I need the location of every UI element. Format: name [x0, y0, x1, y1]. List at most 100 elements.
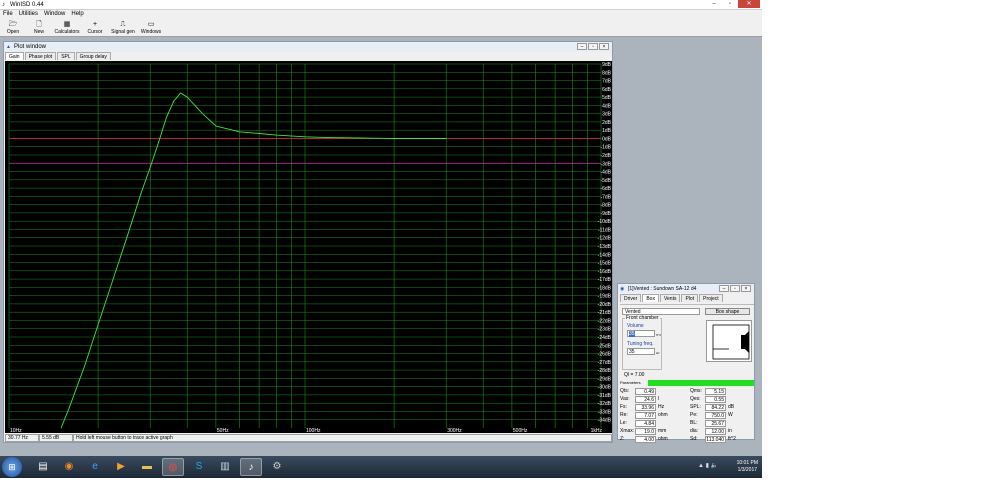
cursor-button[interactable]: + Cursor — [82, 19, 108, 37]
box-maximize-button[interactable]: ▫ — [730, 285, 740, 292]
menu-utilities[interactable]: Utilities — [16, 10, 41, 19]
y-tick-label: -31dB — [598, 393, 612, 399]
windows-button[interactable]: ▭ Windows — [138, 19, 164, 37]
notepad-icon[interactable]: ▥ — [214, 458, 236, 476]
windows-explorer-icon[interactable]: ▤ — [32, 458, 54, 476]
menu-file[interactable]: File — [0, 10, 16, 19]
paint-icon[interactable]: ⚙ — [266, 458, 288, 476]
gain-plot[interactable]: 9dB 8dB 7dB 6dB 5dB 4dB 3dB 2dB 1dB 0dB -1dB -2dB -3… — [5, 61, 612, 433]
param-value[interactable]: 84.22 — [705, 404, 726, 411]
parameters-progress-bar — [648, 380, 754, 386]
param-value[interactable]: 113.040 — [705, 436, 726, 443]
signal-gen-button[interactable]: ⎍ Signal gen — [108, 19, 138, 37]
box-close-button[interactable]: × — [741, 285, 751, 292]
param-row: SPL: 84.22 dB — [690, 404, 756, 412]
y-tick-label: -22dB — [598, 318, 612, 324]
param-value[interactable]: 33.96 — [635, 404, 656, 411]
tab-box[interactable]: Box — [642, 294, 659, 302]
param-name: dia: — [690, 428, 699, 434]
y-tick-label: 2dB — [602, 120, 612, 126]
start-button[interactable]: ⊞ — [2, 457, 22, 477]
x-tick-label: 1kHz — [591, 428, 603, 433]
firefox-icon[interactable]: ◉ — [58, 458, 80, 476]
param-value[interactable]: 19.0 — [635, 428, 656, 435]
plot-maximize-button[interactable]: ▫ — [588, 43, 598, 50]
box-minimize-button[interactable]: – — [719, 285, 729, 292]
box-type-select[interactable]: Vented — [622, 308, 700, 315]
tab-plot[interactable]: Plot — [681, 294, 699, 302]
y-tick-label: -21dB — [598, 310, 612, 316]
x-tick-label: 10Hz — [10, 428, 22, 433]
maximize-button[interactable]: ▫ — [722, 0, 738, 8]
folder-icon[interactable]: ▬ — [136, 458, 158, 476]
box-shape-button[interactable]: Box shape — [705, 308, 750, 315]
box-window: ◉ [1]Vented : Sundown SA-12 d4 – ▫ × Dri… — [617, 283, 756, 443]
menu-window[interactable]: Window — [41, 10, 68, 19]
box-window-titlebar: ◉ [1]Vented : Sundown SA-12 d4 – ▫ × — [618, 284, 754, 293]
status-value: 5.55 dB — [39, 434, 73, 442]
media-player-icon[interactable]: ▶ — [110, 458, 132, 476]
param-row: Fs: 33.96 Hz — [620, 404, 686, 412]
tab-spl[interactable]: SPL — [57, 52, 75, 60]
winisd-icon[interactable]: ♪ — [240, 458, 262, 476]
new-button[interactable]: 🗋 New — [26, 19, 52, 37]
menu-help[interactable]: Help — [68, 10, 86, 19]
status-frequency: 30.77 Hz — [5, 434, 39, 442]
param-value[interactable]: 25.67 — [705, 420, 726, 427]
param-value[interactable]: 0.55 — [705, 396, 726, 403]
param-row: Z: 4.00 ohm — [620, 436, 686, 444]
box-tabs: Driver Box Vents Plot Project — [618, 293, 754, 302]
param-value[interactable]: 7.07 — [635, 412, 656, 419]
tab-driver[interactable]: Driver — [620, 294, 642, 302]
y-tick-label: -19dB — [598, 294, 612, 300]
y-tick-label: -23dB — [598, 327, 612, 333]
param-value[interactable]: 24.6 — [635, 396, 656, 403]
data-point — [140, 191, 142, 193]
data-point — [356, 137, 358, 139]
internet-explorer-icon[interactable]: e — [84, 458, 106, 476]
plot-close-button[interactable]: × — [599, 43, 609, 50]
param-value[interactable]: 5.15 — [705, 388, 726, 395]
data-point — [173, 100, 175, 102]
y-tick-label: -8dB — [600, 203, 611, 209]
plot-window: ▲ Plot window – ▫ × Gain Phase plot SPL … — [3, 41, 613, 443]
calculators-button[interactable]: ▦ Calculators — [52, 19, 82, 37]
gain-curve — [60, 92, 447, 429]
volume-unit: ft^3 — [656, 333, 661, 337]
menu-bar: File Utilities Window Help — [0, 10, 762, 19]
open-button[interactable]: 🗁 Open — [0, 19, 26, 37]
parameters-label: Parameters — [620, 380, 641, 385]
tab-gain[interactable]: Gain — [5, 52, 24, 60]
param-value[interactable]: 4.00 — [635, 436, 656, 443]
minimize-button[interactable]: – — [706, 0, 722, 8]
skype-icon[interactable]: S — [188, 458, 210, 476]
x-tick-label: 500Hz — [513, 428, 528, 433]
param-value[interactable]: 12.00 — [705, 428, 726, 435]
y-tick-label: -29dB — [598, 376, 612, 382]
close-button[interactable]: ✕ — [738, 0, 760, 8]
volume-input[interactable]: 35 — [627, 330, 655, 337]
tab-group-delay[interactable]: Group delay — [75, 52, 111, 60]
param-row: Vas: 24.6 l — [620, 396, 686, 404]
box-panel: Vented Box shape Front chamber Volume 35… — [620, 304, 754, 378]
y-tick-label: -24dB — [598, 335, 612, 341]
param-row: Re: 7.07 ohm — [620, 412, 686, 420]
y-tick-label: -15dB — [598, 261, 612, 267]
data-point — [258, 133, 260, 134]
app-icon: ♪ — [2, 2, 5, 8]
tab-project[interactable]: Project — [699, 294, 723, 302]
param-value[interactable]: 0.49 — [635, 388, 656, 395]
param-value[interactable]: 750.0 — [705, 412, 726, 419]
plot-minimize-button[interactable]: – — [577, 43, 587, 50]
plot-window-title: Plot window — [14, 44, 47, 50]
param-value[interactable]: 4.84 — [635, 420, 656, 427]
chrome-icon[interactable]: ◍ — [162, 458, 184, 476]
tab-vents[interactable]: Vents — [659, 294, 681, 302]
param-name: Fs: — [620, 404, 627, 410]
clock[interactable]: 10:01 PM 1/3/2017 — [737, 460, 758, 474]
tab-phase-plot[interactable]: Phase plot — [24, 52, 57, 60]
tuning-input[interactable]: 35 — [627, 348, 655, 355]
y-tick-label: -28dB — [598, 368, 612, 374]
param-row: Qts: 0.49 — [620, 388, 686, 396]
data-point — [149, 167, 151, 168]
